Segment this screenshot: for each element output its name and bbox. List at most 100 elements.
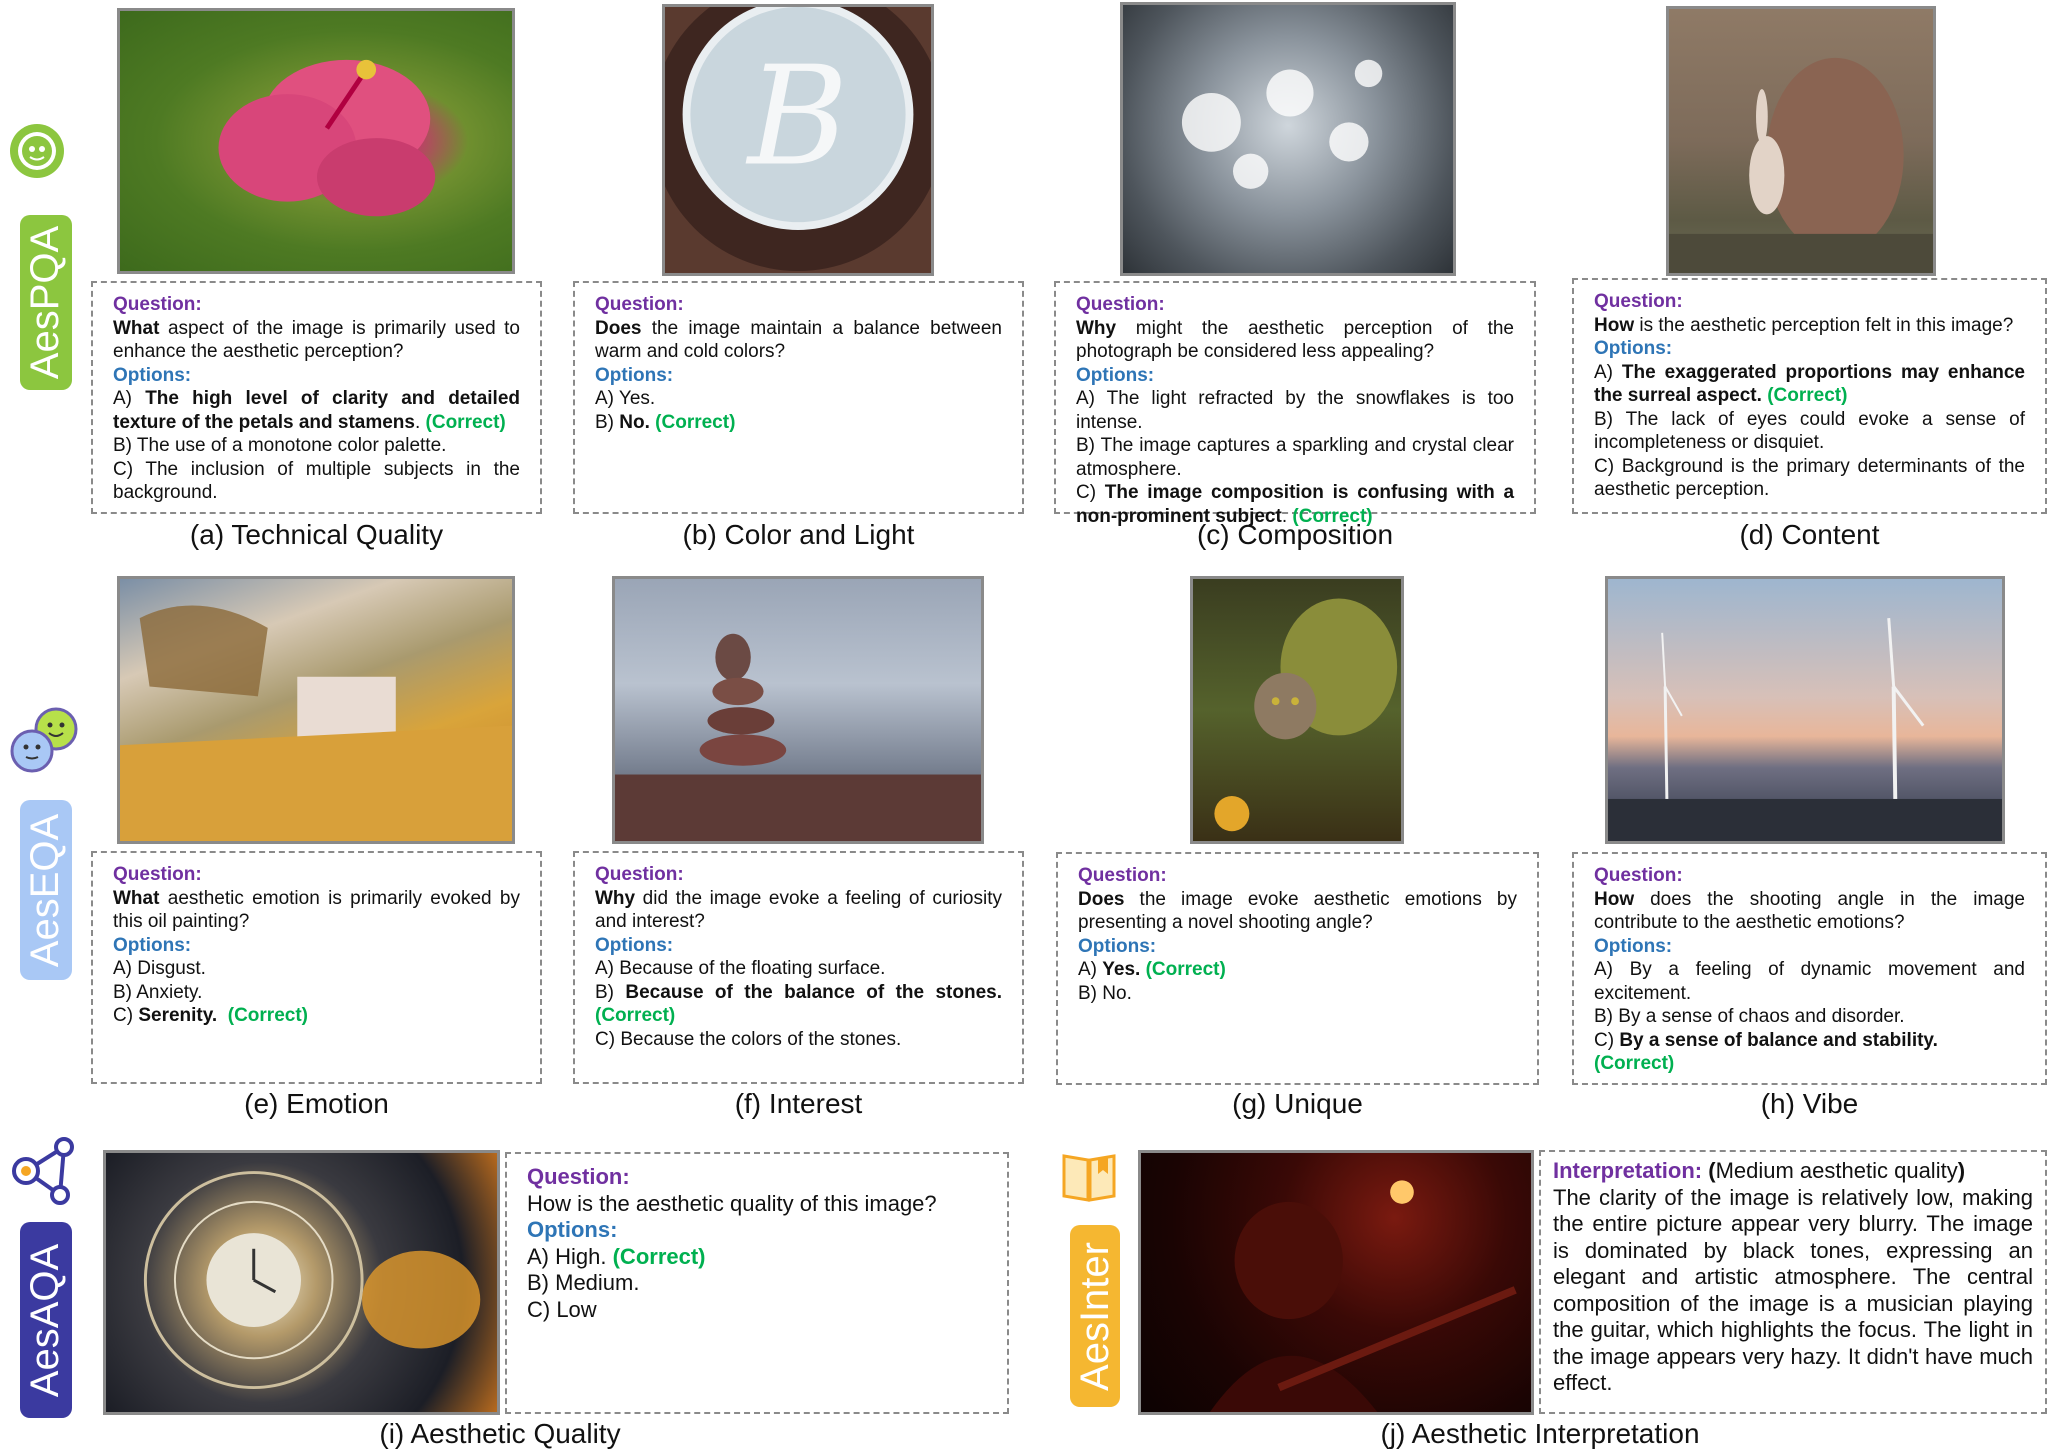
caption-j: (j) Aesthetic Interpretation <box>1380 1418 1700 1449</box>
option-prefix: C) <box>1076 482 1105 503</box>
svg-text:B: B <box>745 37 849 196</box>
question-label: Question: <box>1076 294 1165 315</box>
question-box-b: Question: Does the image maintain a bala… <box>573 281 1024 514</box>
option-c: C) Because the colors of the stones. <box>595 1028 902 1050</box>
question-text: How is the aesthetic quality of this ima… <box>527 1190 937 1216</box>
option-text: Because of the balance of the stones. <box>625 981 1002 1003</box>
aesinter-text: AesInter <box>1072 1241 1117 1391</box>
question-box-g: Question: Does the image evoke aesthetic… <box>1056 852 1539 1085</box>
question-text: Does the image maintain a balance betwee… <box>595 317 1002 364</box>
question-label: Question: <box>595 864 684 885</box>
question-box-c: Question: Why might the aesthetic percep… <box>1054 281 1536 527</box>
options-label: Options: <box>527 1217 618 1242</box>
question-keyword: How <box>1594 314 1635 336</box>
flower-photo <box>117 8 515 274</box>
option-b: B) By a sense of chaos and disorder. <box>1594 1006 1905 1027</box>
question-body: does the shooting angle in the image con… <box>1594 888 2025 934</box>
paren-close: ) <box>1957 1158 1966 1183</box>
option-c: C) Low <box>527 1296 597 1322</box>
emoji-faces-icon <box>6 705 82 775</box>
option-c: C) The inclusion of multiple subjects in… <box>113 458 520 504</box>
correct-tag: (Correct) <box>425 411 506 433</box>
option-b: B) Because of the balance of the stones.… <box>595 981 1002 1028</box>
wind-turbines-photo <box>1605 576 2005 844</box>
question-keyword: Does <box>1078 888 1125 910</box>
options-label: Options: <box>113 934 192 956</box>
aesaqa-text: AesAQA <box>23 1243 68 1397</box>
network-nodes-icon <box>8 1135 78 1207</box>
option-prefix: B) <box>595 411 620 433</box>
caption-b: (b) Color and Light <box>682 519 915 550</box>
question-text: How is the aesthetic perception felt in … <box>1594 314 2025 338</box>
question-body: aspect of the image is primarily used to… <box>113 317 520 363</box>
cat-in-leaves-photo <box>1190 576 1404 844</box>
question-text: What aspect of the image is primarily us… <box>113 317 520 364</box>
stacked-stones-photo <box>612 576 984 844</box>
options-label: Options: <box>113 364 192 386</box>
caption-d: (d) Content <box>1739 519 1880 550</box>
question-text: Why might the aesthetic perception of th… <box>1076 317 1514 364</box>
question-label: Question: <box>113 864 202 885</box>
option-b: B) Medium. <box>527 1270 640 1295</box>
option-a: A) Yes. (Correct) <box>1078 958 1517 982</box>
question-label: Question: <box>595 294 684 315</box>
option-b: B) No. (Correct) <box>595 411 1002 435</box>
question-body: is the aesthetic perception felt in this… <box>1634 314 2014 336</box>
option-c: C) Serenity. (Correct) <box>113 1004 520 1028</box>
question-label: Question: <box>527 1164 630 1189</box>
question-body: aesthetic emotion is primarily evoked by… <box>113 887 520 933</box>
question-keyword: Why <box>1076 317 1117 339</box>
options-label: Options: <box>1594 935 1673 957</box>
paren-open: ( <box>1708 1158 1716 1183</box>
option-a: A) Because of the floating surface. <box>595 958 886 979</box>
question-label: Question: <box>1594 291 1683 312</box>
caption-g: (g) Unique <box>1232 1088 1363 1119</box>
option-a: A) Disgust. <box>113 958 206 979</box>
latte-art-photo: B <box>662 4 934 276</box>
options-label: Options: <box>595 934 674 956</box>
question-text: What aesthetic emotion is primarily evok… <box>113 887 520 934</box>
option-text: Yes. <box>1102 959 1141 980</box>
options-label: Options: <box>595 364 674 386</box>
option-a: A) The light refracted by the snowflakes… <box>1076 388 1514 433</box>
question-keyword: How <box>1594 888 1635 910</box>
aesaqa-section-label: AesAQA <box>20 1222 72 1418</box>
guitarist-photo <box>1138 1150 1534 1415</box>
question-box-f: Question: Why did the image evoke a feel… <box>573 851 1024 1084</box>
oil-painting-photo <box>117 576 515 844</box>
snowflake-photo <box>1120 2 1456 276</box>
question-body: the image evoke aesthetic emotions by pr… <box>1078 888 1517 934</box>
question-text: How does the shooting angle in the image… <box>1594 888 2025 935</box>
option-b: B) The use of a monotone color palette. <box>113 435 447 456</box>
question-body: might the aesthetic perception of the ph… <box>1076 317 1514 363</box>
option-c: C) Background is the primary determinant… <box>1594 455 2025 501</box>
question-box-e: Question: What aesthetic emotion is prim… <box>91 851 542 1084</box>
caption-h: (h) Vibe <box>1760 1088 1859 1119</box>
option-prefix: A) <box>113 388 146 409</box>
option-text: No. <box>619 411 650 433</box>
question-label: Question: <box>1594 865 1683 886</box>
question-label: Question: <box>1078 865 1167 886</box>
option-text: Serenity. <box>138 1005 218 1026</box>
caption-a: (a) Technical Quality <box>189 519 444 550</box>
option-a: A) By a feeling of dynamic movement and … <box>1594 959 2025 1004</box>
question-box-a: Question: What aspect of the image is pr… <box>91 281 542 514</box>
option-prefix: C) <box>1594 1029 1620 1051</box>
question-keyword: What <box>113 317 160 339</box>
interpretation-label: Interpretation: <box>1553 1158 1703 1183</box>
correct-tag: (Correct) <box>1594 1053 1675 1074</box>
aeseqa-text: AesEQA <box>23 813 68 967</box>
correct-tag: (Correct) <box>612 1243 706 1269</box>
question-keyword: What <box>113 887 160 909</box>
interpretation-box-j: Interpretation: (Medium aesthetic qualit… <box>1539 1150 2047 1414</box>
question-box-h: Question: How does the shooting angle in… <box>1572 852 2047 1085</box>
question-text: Does the image evoke aesthetic emotions … <box>1078 888 1517 935</box>
book-icon <box>1058 1148 1120 1206</box>
question-box-i: Question: How is the aesthetic quality o… <box>505 1152 1009 1414</box>
question-keyword: Does <box>595 317 642 339</box>
interpretation-text: The clarity of the image is relatively l… <box>1553 1184 2033 1396</box>
option-text: A) High. <box>527 1243 607 1269</box>
interpretation-quality: Medium aesthetic quality <box>1715 1158 1958 1183</box>
options-label: Options: <box>1078 935 1157 957</box>
question-text: Why did the image evoke a feeling of cur… <box>595 887 1002 934</box>
